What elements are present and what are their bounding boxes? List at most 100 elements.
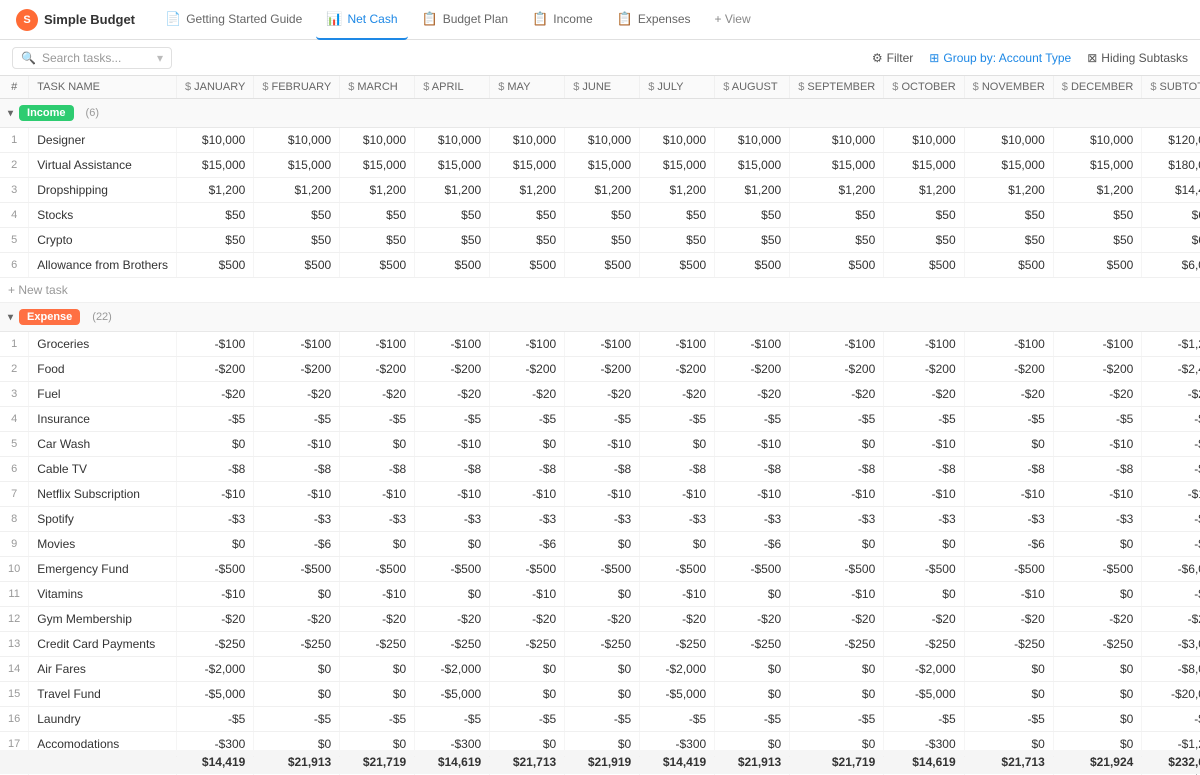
money-cell[interactable]: -$20 (340, 607, 415, 632)
money-cell[interactable]: $1,200 (1053, 178, 1142, 203)
money-cell[interactable]: -$3 (565, 507, 640, 532)
money-cell[interactable]: $1,200 (254, 178, 340, 203)
money-cell[interactable]: -$10 (715, 432, 790, 457)
money-cell[interactable]: -$10 (254, 432, 340, 457)
money-cell[interactable]: $0 (1053, 532, 1142, 557)
money-cell[interactable]: -$5 (790, 407, 884, 432)
task-name-cell[interactable]: Designer (29, 128, 177, 153)
task-name-cell[interactable]: Car Wash (29, 432, 177, 457)
money-cell[interactable]: -$8 (640, 457, 715, 482)
money-cell[interactable]: -$20 (490, 382, 565, 407)
money-cell[interactable]: -$2,000 (176, 657, 253, 682)
subtotal-cell[interactable]: -$3,000 (1142, 632, 1200, 657)
money-cell[interactable]: -$3 (176, 507, 253, 532)
money-cell[interactable]: -$250 (565, 632, 640, 657)
money-cell[interactable]: -$3 (1053, 507, 1142, 532)
money-cell[interactable]: -$5 (490, 707, 565, 732)
subtotal-cell[interactable]: -$60 (1142, 432, 1200, 457)
money-cell[interactable]: -$6 (715, 532, 790, 557)
money-cell[interactable]: -$20 (715, 382, 790, 407)
money-cell[interactable]: $0 (340, 432, 415, 457)
task-name-cell[interactable]: Crypto (29, 228, 177, 253)
money-cell[interactable]: -$20 (884, 382, 964, 407)
money-cell[interactable]: -$5 (715, 707, 790, 732)
money-cell[interactable]: -$200 (415, 357, 490, 382)
money-cell[interactable]: -$20 (884, 607, 964, 632)
money-cell[interactable]: $50 (884, 203, 964, 228)
money-cell[interactable]: $0 (340, 657, 415, 682)
money-cell[interactable]: -$200 (490, 357, 565, 382)
money-cell[interactable]: -$5 (884, 407, 964, 432)
money-cell[interactable]: $10,000 (254, 128, 340, 153)
money-cell[interactable]: -$500 (490, 557, 565, 582)
subtotal-cell[interactable]: $600 (1142, 203, 1200, 228)
money-cell[interactable]: -$20 (1053, 382, 1142, 407)
money-cell[interactable]: $1,200 (490, 178, 565, 203)
money-cell[interactable]: $0 (176, 432, 253, 457)
money-cell[interactable]: $50 (490, 228, 565, 253)
money-cell[interactable]: $0 (254, 582, 340, 607)
subtotal-cell[interactable]: -$240 (1142, 382, 1200, 407)
money-cell[interactable]: -$2,000 (640, 657, 715, 682)
money-cell[interactable]: -$5 (884, 707, 964, 732)
money-cell[interactable]: -$5 (640, 707, 715, 732)
money-cell[interactable]: -$5,000 (884, 682, 964, 707)
money-cell[interactable]: $0 (715, 657, 790, 682)
money-cell[interactable]: $15,000 (415, 153, 490, 178)
task-name-cell[interactable]: Spotify (29, 507, 177, 532)
money-cell[interactable]: $10,000 (964, 128, 1053, 153)
money-cell[interactable]: $0 (565, 657, 640, 682)
money-cell[interactable]: -$5 (565, 407, 640, 432)
subtotal-cell[interactable]: -$60 (1142, 582, 1200, 607)
money-cell[interactable]: -$10 (340, 582, 415, 607)
money-cell[interactable]: $0 (964, 657, 1053, 682)
money-cell[interactable]: $1,200 (790, 178, 884, 203)
money-cell[interactable]: -$10 (340, 482, 415, 507)
money-cell[interactable]: -$200 (884, 357, 964, 382)
money-cell[interactable]: -$5,000 (415, 682, 490, 707)
money-cell[interactable]: -$100 (884, 332, 964, 357)
money-cell[interactable]: -$10 (565, 482, 640, 507)
money-cell[interactable]: -$20 (565, 607, 640, 632)
money-cell[interactable]: -$250 (640, 632, 715, 657)
money-cell[interactable]: -$5 (790, 707, 884, 732)
money-cell[interactable]: $50 (715, 228, 790, 253)
money-cell[interactable]: $1,200 (340, 178, 415, 203)
money-cell[interactable]: $0 (790, 532, 884, 557)
money-cell[interactable]: -$3 (715, 507, 790, 532)
task-name-cell[interactable]: Stocks (29, 203, 177, 228)
money-cell[interactable]: -$200 (715, 357, 790, 382)
money-cell[interactable]: $10,000 (490, 128, 565, 153)
money-cell[interactable]: -$20 (176, 382, 253, 407)
subtotal-cell[interactable]: -$36 (1142, 507, 1200, 532)
money-cell[interactable]: -$20 (640, 382, 715, 407)
tab-expenses[interactable]: 📋 Expenses (607, 0, 701, 40)
money-cell[interactable]: -$500 (640, 557, 715, 582)
money-cell[interactable]: $50 (565, 228, 640, 253)
money-cell[interactable]: -$100 (254, 332, 340, 357)
money-cell[interactable]: -$3 (415, 507, 490, 532)
money-cell[interactable]: $0 (340, 682, 415, 707)
money-cell[interactable]: $10,000 (176, 128, 253, 153)
money-cell[interactable]: -$5 (964, 707, 1053, 732)
new-task-label[interactable]: + New task (0, 278, 1200, 303)
money-cell[interactable]: -$20 (565, 382, 640, 407)
money-cell[interactable]: -$20 (1053, 607, 1142, 632)
subtotal-cell[interactable]: -$60 (1142, 407, 1200, 432)
money-cell[interactable]: $0 (490, 432, 565, 457)
money-cell[interactable]: -$250 (964, 632, 1053, 657)
money-cell[interactable]: -$3 (964, 507, 1053, 532)
money-cell[interactable]: $500 (340, 253, 415, 278)
money-cell[interactable]: $10,000 (1053, 128, 1142, 153)
money-cell[interactable]: -$10 (415, 482, 490, 507)
money-cell[interactable]: $10,000 (565, 128, 640, 153)
money-cell[interactable]: -$250 (340, 632, 415, 657)
money-cell[interactable]: -$2,000 (884, 657, 964, 682)
money-cell[interactable]: -$250 (176, 632, 253, 657)
subtotal-cell[interactable]: -$20,000 (1142, 682, 1200, 707)
task-name-cell[interactable]: Netflix Subscription (29, 482, 177, 507)
money-cell[interactable]: $50 (415, 203, 490, 228)
money-cell[interactable]: -$250 (884, 632, 964, 657)
money-cell[interactable]: -$10 (964, 482, 1053, 507)
task-name-cell[interactable]: Air Fares (29, 657, 177, 682)
